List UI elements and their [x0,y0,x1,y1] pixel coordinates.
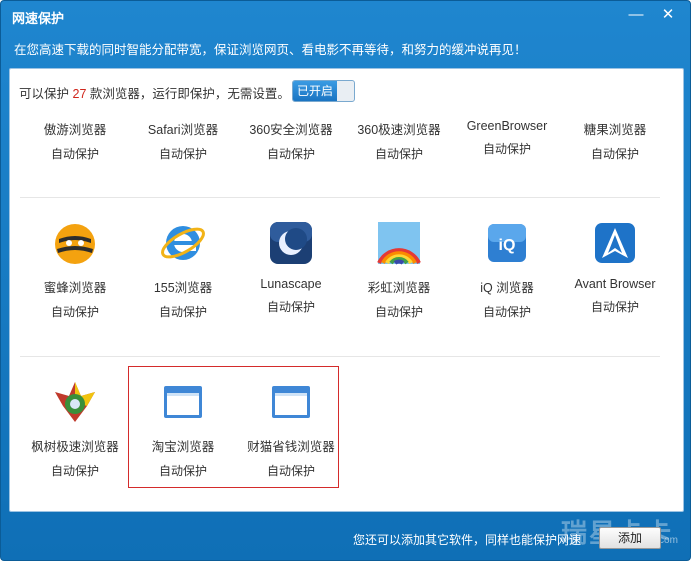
browser-item: 360安全浏览器 自动保护 [237,119,345,162]
browser-status: 自动保护 [50,464,99,478]
close-button[interactable]: ✕ [660,7,676,23]
title-bar[interactable]: 网速保护 — ✕ [1,1,690,31]
browser-name: 360极速浏览器 [357,123,441,137]
footer-hint: 您还可以添加其它软件，同样也能保护网速 [353,533,582,547]
browser-status: 自动保护 [482,142,531,156]
bee-icon [51,219,99,267]
browser-item: 糖果浏览器 自动保护 [561,119,669,162]
protect-summary: 可以保护 27 款浏览器，运行即保护，无需设置。 [19,83,290,102]
browser-status: 自动保护 [590,147,639,161]
browser-panel: 可以保护 27 款浏览器，运行即保护，无需设置。 已开启 傲游浏览器 自动保护 … [9,68,684,512]
browser-name: GreenBrowser [466,119,548,133]
browser-name: 枫树极速浏览器 [31,440,119,454]
moon-icon [267,219,315,267]
browser-status: 自动保护 [266,300,315,314]
avant-icon [591,219,639,267]
add-button[interactable]: 添加 [599,527,661,549]
browser-item: 蜜蜂浏览器 自动保护 [21,219,129,320]
browser-status: 自动保护 [50,147,99,161]
browser-name: Safari浏览器 [147,123,219,137]
browser-item: 傲游浏览器 自动保护 [21,119,129,162]
browser-name: Avant Browser [574,277,656,291]
browser-count: 27 [72,87,87,101]
browser-name: 糖果浏览器 [583,123,647,137]
browser-name: 彩虹浏览器 [367,281,431,295]
browser-item: Avant Browser 自动保护 [561,219,669,315]
browser-name: 155浏览器 [153,281,213,295]
minimize-button[interactable]: — [628,7,644,23]
browser-item: 枫树极速浏览器 自动保护 [21,378,129,479]
browser-name: 360安全浏览器 [249,123,333,137]
row-divider [20,356,660,357]
toggle-on-label: 已开启 [293,81,337,101]
protection-toggle[interactable]: 已开启 [292,80,355,102]
window-title: 网速保护 [12,11,65,26]
browser-item: 彩虹浏览器 自动保护 [345,219,453,320]
svg-text:iQ: iQ [499,237,516,254]
browser-status: 自动保护 [266,147,315,161]
browser-name: 蜜蜂浏览器 [43,281,107,295]
browser-item: Safari浏览器 自动保护 [129,119,237,162]
browser-status: 自动保护 [482,305,531,319]
summary-prefix: 可以保护 [19,87,70,101]
browser-status: 自动保护 [158,147,207,161]
browser-status: 自动保护 [374,147,423,161]
highlight-box [128,366,339,488]
banner-text: 在您高速下载的同时智能分配带宽，保证浏览网页、看电影不再等待，和努力的缓冲说再见… [14,43,527,57]
browser-status: 自动保护 [590,300,639,314]
browser-item: 155浏览器 自动保护 [129,219,237,320]
iq-icon: iQ [483,219,531,267]
browser-status: 自动保护 [50,305,99,319]
browser-item: iQ iQ 浏览器 自动保护 [453,219,561,320]
browser-name: 傲游浏览器 [43,123,107,137]
app-window: 网速保护 — ✕ 在您高速下载的同时智能分配带宽，保证浏览网页、看电影不再等待，… [0,0,691,561]
browser-name: iQ 浏览器 [480,281,534,295]
browser-item: 360极速浏览器 自动保护 [345,119,453,162]
summary-suffix: 款浏览器，运行即保护，无需设置。 [89,87,290,101]
ie-e-icon [159,219,207,267]
rainbow-icon [375,219,423,267]
browser-item: GreenBrowser 自动保护 [453,119,561,157]
window-controls: — ✕ [628,7,676,23]
browser-status: 自动保护 [374,305,423,319]
browser-status: 自动保护 [158,305,207,319]
browser-name: Lunascape [260,277,322,291]
browser-item: Lunascape 自动保护 [237,219,345,315]
maple-icon [51,378,99,426]
row-divider [20,197,660,198]
